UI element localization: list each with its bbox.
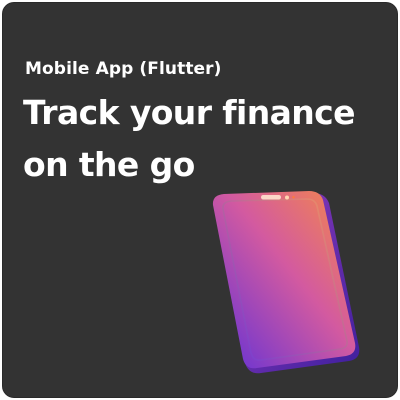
promo-card: Mobile App (Flutter) Track your finance … bbox=[2, 2, 398, 398]
phone-sensor bbox=[292, 196, 295, 199]
smartphone-icon bbox=[212, 191, 360, 374]
phone-camera bbox=[285, 195, 289, 200]
phone-speaker bbox=[261, 195, 281, 200]
headline-line-1: Track your finance bbox=[23, 93, 356, 132]
card-subtitle: Mobile App (Flutter) bbox=[25, 59, 222, 79]
headline-line-2: on the go bbox=[23, 145, 195, 184]
card-headline: Track your finance on the go bbox=[23, 87, 356, 191]
